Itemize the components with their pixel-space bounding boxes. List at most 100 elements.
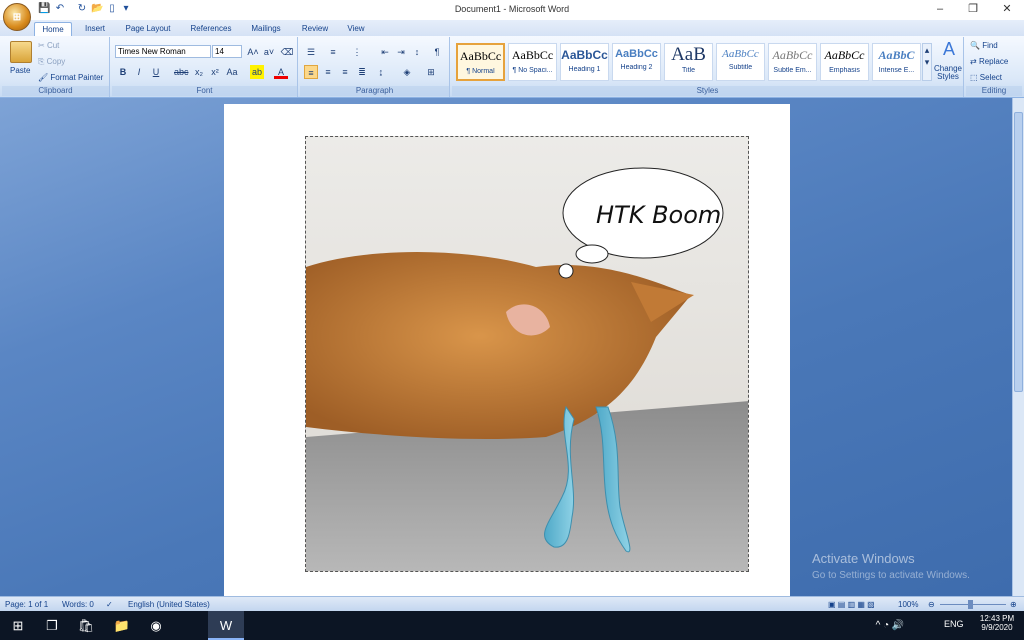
- editing-group-label: Editing: [966, 86, 1022, 96]
- sort-icon[interactable]: ↕: [410, 45, 424, 59]
- store-icon[interactable]: 🛍: [68, 611, 104, 640]
- style-emphasis[interactable]: AaBbCc Emphasis: [820, 43, 869, 81]
- task-view-icon[interactable]: ❐: [34, 611, 70, 640]
- find-button[interactable]: 🔍 Find: [970, 41, 998, 50]
- style-heading-1[interactable]: AaBbCc Heading 1: [560, 43, 609, 81]
- multilevel-list-icon[interactable]: ⋮: [350, 45, 364, 59]
- vertical-scrollbar[interactable]: [1012, 98, 1024, 596]
- replace-button[interactable]: ⇄ Replace: [970, 57, 1008, 66]
- numbering-icon[interactable]: ≡: [326, 45, 340, 59]
- thought-bubble-dot: [558, 263, 574, 279]
- tab-mailings[interactable]: Mailings: [244, 22, 288, 36]
- style-subtle-emphasis[interactable]: AaBbCc Subtle Em...: [768, 43, 817, 81]
- input-language[interactable]: ENG: [944, 619, 964, 629]
- cat-picture: HTK Boom: [306, 137, 748, 571]
- word-taskbar-icon[interactable]: W: [208, 611, 244, 640]
- change-styles-icon[interactable]: A: [936, 39, 962, 60]
- status-bar: Page: 1 of 1 Words: 0 ✓ English (United …: [0, 596, 1024, 611]
- align-right-icon[interactable]: ≡: [338, 65, 352, 79]
- grow-font-icon[interactable]: A˄: [246, 45, 260, 59]
- clock-date: 9/9/2020: [981, 623, 1013, 632]
- maximize-button[interactable]: ❐: [958, 2, 988, 16]
- change-styles-button[interactable]: Change Styles: [931, 65, 965, 81]
- title-bar: 💾 ↶ ↻ 📂 ▯ ▾ Document1 - Microsoft Word –…: [0, 0, 1024, 20]
- clipboard-group: Paste ✂ Cut ⎘ Copy 🖌 Format Painter Clip…: [2, 37, 110, 97]
- inserted-picture[interactable]: HTK Boom: [305, 136, 749, 572]
- zoom-slider[interactable]: [940, 604, 1006, 605]
- superscript-icon[interactable]: x²: [208, 65, 222, 79]
- font-group: Times New Roman 14 A˄ a˅ ⌫ B I U abc x₂ …: [112, 37, 298, 97]
- style-title[interactable]: AaB Title: [664, 43, 713, 81]
- system-tray-icons[interactable]: ^ ◔ 🔊 💬: [872, 611, 908, 640]
- language-indicator[interactable]: English (United States): [128, 600, 210, 609]
- clear-formatting-icon[interactable]: ⌫: [280, 45, 294, 59]
- decrease-indent-icon[interactable]: ⇤: [378, 45, 392, 59]
- paste-label[interactable]: Paste: [10, 66, 30, 75]
- word-count[interactable]: Words: 0: [62, 600, 94, 609]
- paragraph-group-label: Paragraph: [300, 86, 449, 96]
- paste-icon[interactable]: [10, 41, 32, 63]
- font-size-select[interactable]: 14: [212, 45, 242, 58]
- style-normal[interactable]: AaBbCc ¶ Normal: [456, 43, 505, 81]
- file-explorer-icon[interactable]: 📁: [104, 611, 140, 640]
- strikethrough-icon[interactable]: abc: [174, 65, 189, 79]
- zoom-slider-thumb[interactable]: [968, 600, 973, 609]
- italic-icon[interactable]: I: [132, 65, 146, 79]
- paragraph-group: ☰ ≡ ⋮ ⇤ ⇥ ↕ ¶ ≡ ≡ ≡ ≣ ↨ ◈ ⊞ Paragraph: [300, 37, 450, 97]
- shading-icon[interactable]: ◈: [400, 65, 414, 79]
- increase-indent-icon[interactable]: ⇥: [394, 45, 408, 59]
- font-color-icon[interactable]: A: [274, 65, 288, 79]
- font-family-select[interactable]: Times New Roman: [115, 45, 211, 58]
- select-button[interactable]: ⬚ Select: [970, 73, 1002, 82]
- window-title: Document1 - Microsoft Word: [454, 4, 570, 14]
- highlight-icon[interactable]: ab: [250, 65, 264, 79]
- bold-icon[interactable]: B: [116, 65, 130, 79]
- styles-group: AaBbCc ¶ Normal AaBbCc ¶ No Spaci... AaBbC…: [452, 37, 964, 97]
- clock[interactable]: 12:43 PM 9/9/2020: [976, 614, 1018, 632]
- align-center-icon[interactable]: ≡: [321, 65, 335, 79]
- tab-references[interactable]: References: [184, 22, 238, 36]
- underline-icon[interactable]: U: [149, 65, 163, 79]
- close-button[interactable]: ✕: [992, 2, 1022, 16]
- editing-group: 🔍 Find ⇄ Replace ⬚ Select Editing: [966, 37, 1022, 97]
- line-spacing-icon[interactable]: ↨: [374, 65, 388, 79]
- tab-review[interactable]: Review: [296, 22, 334, 36]
- shrink-font-icon[interactable]: a˅: [262, 45, 276, 59]
- page-count[interactable]: Page: 1 of 1: [5, 600, 48, 609]
- view-buttons[interactable]: ▣ ▤ ▥ ▦ ▧: [828, 600, 875, 609]
- tab-page-layout[interactable]: Page Layout: [118, 22, 178, 36]
- change-case-icon[interactable]: Aa: [225, 65, 239, 79]
- tab-view[interactable]: View: [340, 22, 372, 36]
- tab-insert[interactable]: Insert: [76, 22, 114, 36]
- style-no-spacing[interactable]: AaBbCc ¶ No Spaci...: [508, 43, 557, 81]
- styles-group-label: Styles: [452, 86, 963, 96]
- bullets-icon[interactable]: ☰: [304, 45, 318, 59]
- zoom-in-icon[interactable]: ⊕: [1010, 600, 1017, 609]
- borders-icon[interactable]: ⊞: [424, 65, 438, 79]
- chrome-icon[interactable]: ◉: [138, 611, 174, 640]
- format-painter-button[interactable]: 🖌 Format Painter: [38, 73, 103, 82]
- style-subtitle[interactable]: AaBbCc Subtitle: [716, 43, 765, 81]
- proofing-icon[interactable]: ✓: [106, 600, 113, 609]
- zoom-out-icon[interactable]: ⊖: [928, 600, 935, 609]
- activation-watermark-title: Activate Windows: [812, 551, 915, 566]
- minimize-button[interactable]: –: [925, 2, 955, 16]
- subscript-icon[interactable]: x₂: [192, 65, 206, 79]
- tab-home[interactable]: Home: [34, 22, 72, 36]
- clock-time: 12:43 PM: [979, 614, 1015, 623]
- justify-icon[interactable]: ≣: [355, 65, 369, 79]
- cut-button[interactable]: ✂ Cut: [38, 41, 59, 50]
- start-icon[interactable]: ⊞: [0, 611, 36, 640]
- style-intense-emphasis[interactable]: AaBbC Intense E...: [872, 43, 921, 81]
- align-left-icon[interactable]: ≡: [304, 65, 318, 79]
- ribbon: Paste ✂ Cut ⎘ Copy 🖌 Format Painter Clip…: [0, 36, 1024, 98]
- thought-bubble-small: [575, 244, 609, 264]
- copy-button[interactable]: ⎘ Copy: [38, 57, 65, 67]
- office-button[interactable]: ⊞: [3, 3, 31, 31]
- ribbon-tabs: Home Insert Page Layout References Maili…: [0, 20, 1024, 36]
- scrollbar-thumb[interactable]: [1014, 112, 1023, 392]
- zoom-level[interactable]: 100%: [898, 600, 918, 609]
- taskbar: ⊞ ❐ 🛍 📁 ◉ W ^ ◔ 🔊 💬 ENG 12:43 PM 9/9/202…: [0, 611, 1024, 640]
- show-hide-icon[interactable]: ¶: [430, 45, 444, 59]
- style-heading-2[interactable]: AaBbCc Heading 2: [612, 43, 661, 81]
